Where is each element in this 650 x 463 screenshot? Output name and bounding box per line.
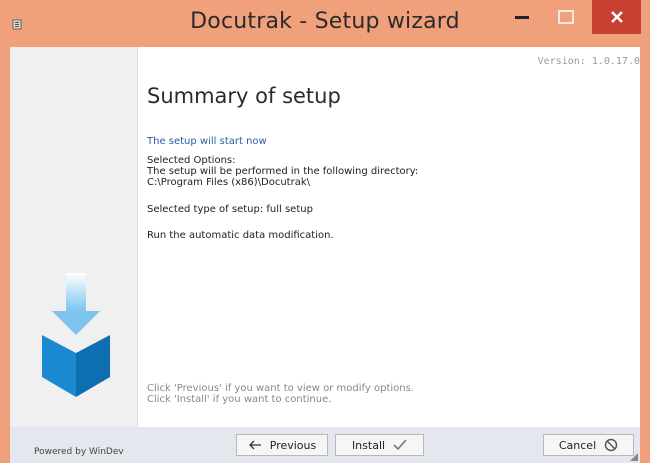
arrow-left-icon	[248, 440, 261, 450]
previous-label: Previous	[269, 438, 317, 452]
checkmark-icon	[393, 439, 407, 451]
data-modification: Run the automatic data modification.	[147, 230, 334, 241]
install-button[interactable]: Install	[335, 434, 424, 456]
setup-window: Docutrak - Setup wizard Version: 1.0.17.…	[0, 0, 650, 463]
start-notice: The setup will start now	[147, 136, 267, 147]
hint-previous: Click 'Previous' if you want to view or …	[147, 383, 414, 394]
resize-grip-icon[interactable]	[630, 453, 638, 461]
minimize-button[interactable]	[502, 0, 542, 34]
maximize-icon	[558, 10, 574, 24]
close-icon	[610, 11, 623, 23]
cancel-circle-icon	[604, 438, 618, 452]
maximize-button[interactable]	[544, 0, 588, 34]
previous-button[interactable]: Previous	[236, 434, 328, 456]
page-title: Summary of setup	[147, 84, 341, 108]
options-label: Selected Options:	[147, 155, 236, 166]
cancel-button[interactable]: Cancel	[543, 434, 634, 456]
directory-line: The setup will be performed in the follo…	[147, 166, 419, 177]
minimize-icon	[515, 16, 529, 19]
powered-by-label: Powered by WinDev	[34, 447, 124, 457]
setup-type: Selected type of setup: full setup	[147, 204, 313, 215]
download-box-icon	[42, 273, 110, 397]
directory-path: C:\Program Files (x86)\Docutrak\	[147, 177, 311, 188]
side-panel	[10, 47, 138, 427]
cancel-label: Cancel	[558, 438, 597, 452]
close-button[interactable]	[592, 0, 641, 34]
hint-install: Click 'Install' if you want to continue.	[147, 394, 332, 405]
title-bar[interactable]: Docutrak - Setup wizard	[0, 0, 650, 47]
button-bar: Powered by WinDev Previous Install Cance…	[10, 427, 640, 463]
wizard-content: Version: 1.0.17.0 Summary of setup The s…	[10, 47, 640, 427]
install-label: Install	[351, 438, 386, 452]
version-label: Version: 1.0.17.0	[537, 56, 640, 67]
